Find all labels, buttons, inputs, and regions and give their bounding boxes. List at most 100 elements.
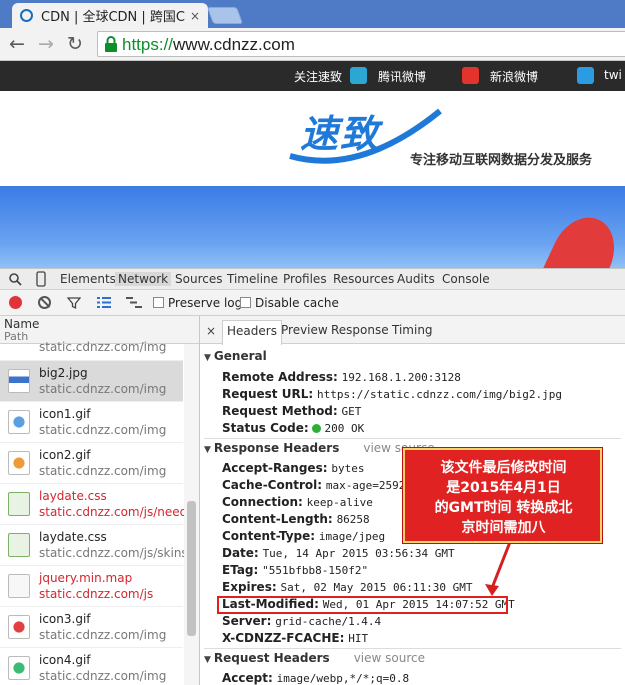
file-name: icon2.gif <box>39 448 91 462</box>
image-icon <box>8 369 30 393</box>
table-row[interactable]: laydate.css static.cdnzz.com/js/need <box>0 484 187 525</box>
response-headers-title: Response Headers <box>213 441 340 455</box>
new-tab-button[interactable] <box>206 7 244 24</box>
request-headers-section-toggle[interactable]: ▼ Request Headers view source <box>204 651 425 665</box>
tab-timing[interactable]: Timing <box>392 323 433 337</box>
header-row: Accept-Ranges: bytes <box>222 461 364 475</box>
request-headers-title: Request Headers <box>213 651 330 665</box>
header-value: image/jpeg <box>318 530 386 543</box>
details-tab-bar: × Headers Preview Response Timing <box>200 316 625 345</box>
table-row[interactable]: icon4.gif static.cdnzz.com/img <box>0 648 183 685</box>
disable-cache-checkbox[interactable] <box>240 297 251 308</box>
table-row[interactable]: icon1.gif static.cdnzz.com/img <box>0 402 183 443</box>
table-row[interactable]: jquery.min.map static.cdnzz.com/js <box>0 566 183 607</box>
preserve-log-label: Preserve log <box>168 296 243 310</box>
header-value: Sat, 02 May 2015 06:11:30 GMT <box>280 581 473 594</box>
sina-weibo-link[interactable]: 新浪微博 <box>490 68 538 85</box>
tencent-weibo-link[interactable]: 腾讯微博 <box>378 68 426 85</box>
header-row: Connection: keep-alive <box>222 495 373 509</box>
tab-headers[interactable]: Headers <box>222 320 282 345</box>
expand-triangle-icon: ▼ <box>204 353 211 363</box>
url-scheme: https:// <box>122 35 174 54</box>
record-button[interactable] <box>9 296 22 309</box>
header-row: Request URL: https://static.cdnzz.com/im… <box>222 387 562 401</box>
header-row: Expires: Sat, 02 May 2015 06:11:30 GMT <box>222 580 473 594</box>
reload-button[interactable]: ↻ <box>64 33 86 55</box>
annotation-line: 京时间需加八 <box>461 520 546 536</box>
tab-response[interactable]: Response <box>331 323 389 337</box>
header-value: keep-alive <box>306 496 373 509</box>
header-value: Tue, 14 Apr 2015 03:56:34 GMT <box>262 547 455 560</box>
follow-label: 关注速致 <box>294 70 343 84</box>
css-icon <box>8 492 30 516</box>
inspect-search-icon[interactable] <box>9 273 22 286</box>
header-key: Accept-Ranges: <box>222 461 328 475</box>
tab-elements[interactable]: Elements <box>60 272 116 286</box>
site-logo[interactable]: 速致 <box>300 103 380 158</box>
request-list: Name Path static.cdnzz.com/img big2.jpg … <box>0 316 200 685</box>
header-value: "551bfbb8-150f2" <box>262 564 369 577</box>
header-key: Expires: <box>222 580 277 594</box>
header-row: Request Method: GET <box>222 404 361 418</box>
tencent-weibo-icon[interactable] <box>350 67 367 84</box>
site-top-bar: 关注速致 腾讯微博 新浪微博 twi <box>0 61 625 91</box>
tab-preview[interactable]: Preview <box>281 323 328 337</box>
tab-network[interactable]: Network <box>115 272 172 286</box>
header-key: X-CDNZZ-FCACHE: <box>222 631 345 645</box>
tab-title: CDN | 全球CDN | 跨国CD <box>41 10 186 25</box>
tab-strip: CDN | 全球CDN | 跨国CD × <box>0 0 625 28</box>
header-row: Date: Tue, 14 Apr 2015 03:56:34 GMT <box>222 546 455 560</box>
view-source-link[interactable]: view source <box>354 651 425 665</box>
twitter-icon[interactable] <box>577 67 594 84</box>
table-row[interactable]: laydate.css static.cdnzz.com/js/skins... <box>0 525 199 566</box>
large-rows-icon[interactable] <box>97 296 111 309</box>
last-modified-highlight <box>217 596 508 614</box>
address-bar[interactable]: https://www.cdnzz.com <box>97 31 625 57</box>
gif-icon <box>8 656 30 680</box>
header-key: Request URL: <box>222 387 314 401</box>
callout-arrow-icon <box>485 541 512 596</box>
header-row: Cache-Control: max-age=259200 <box>222 478 419 492</box>
tab-audits[interactable]: Audits <box>397 272 435 286</box>
expand-triangle-icon: ▼ <box>204 655 211 665</box>
overview-icon[interactable] <box>126 296 142 309</box>
table-row[interactable]: static.cdnzz.com/img <box>0 326 183 361</box>
sina-weibo-icon[interactable] <box>462 67 479 84</box>
table-row[interactable]: icon3.gif static.cdnzz.com/img <box>0 607 183 648</box>
filter-icon[interactable] <box>67 296 81 310</box>
general-title: General <box>213 349 267 363</box>
file-icon <box>8 574 30 598</box>
gif-icon <box>8 410 30 434</box>
preserve-log-checkbox[interactable] <box>153 297 164 308</box>
file-name: jquery.min.map <box>39 571 133 585</box>
table-row[interactable]: icon2.gif static.cdnzz.com/img <box>0 443 183 484</box>
file-path: static.cdnzz.com/img <box>39 464 167 478</box>
tab-profiles[interactable]: Profiles <box>283 272 327 286</box>
forward-button[interactable]: → <box>35 33 57 55</box>
back-button[interactable]: ← <box>6 33 28 55</box>
browser-tab[interactable]: CDN | 全球CDN | 跨国CD × <box>12 3 208 28</box>
file-path: static.cdnzz.com/img <box>39 423 167 437</box>
general-section-toggle[interactable]: ▼ General <box>204 349 267 363</box>
device-mode-icon[interactable] <box>36 271 46 287</box>
header-row: Remote Address: 192.168.1.200:3128 <box>222 370 461 384</box>
close-details-icon[interactable]: × <box>206 324 216 338</box>
file-path: static.cdnzz.com/img <box>39 669 167 683</box>
twitter-link[interactable]: twi <box>604 68 622 82</box>
file-name: big2.jpg <box>39 366 88 380</box>
tab-resources[interactable]: Resources <box>333 272 394 286</box>
tab-close-icon[interactable]: × <box>190 9 200 23</box>
header-key: Date: <box>222 546 259 560</box>
lock-icon <box>105 36 117 52</box>
tab-console[interactable]: Console <box>442 272 490 286</box>
header-row: ETag: "551bfbb8-150f2" <box>222 563 368 577</box>
table-row[interactable]: big2.jpg static.cdnzz.com/img <box>0 361 183 402</box>
scrollbar-thumb[interactable] <box>187 501 196 636</box>
header-row: Content-Length: 86258 <box>222 512 370 526</box>
tab-sources[interactable]: Sources <box>175 272 222 286</box>
clear-button[interactable] <box>38 296 51 309</box>
response-headers-section-toggle[interactable]: ▼ Response Headers view source <box>204 441 435 455</box>
header-key: ETag: <box>222 563 259 577</box>
browser-toolbar: ← → ↻ https://www.cdnzz.com <box>0 28 625 61</box>
tab-timeline[interactable]: Timeline <box>227 272 278 286</box>
